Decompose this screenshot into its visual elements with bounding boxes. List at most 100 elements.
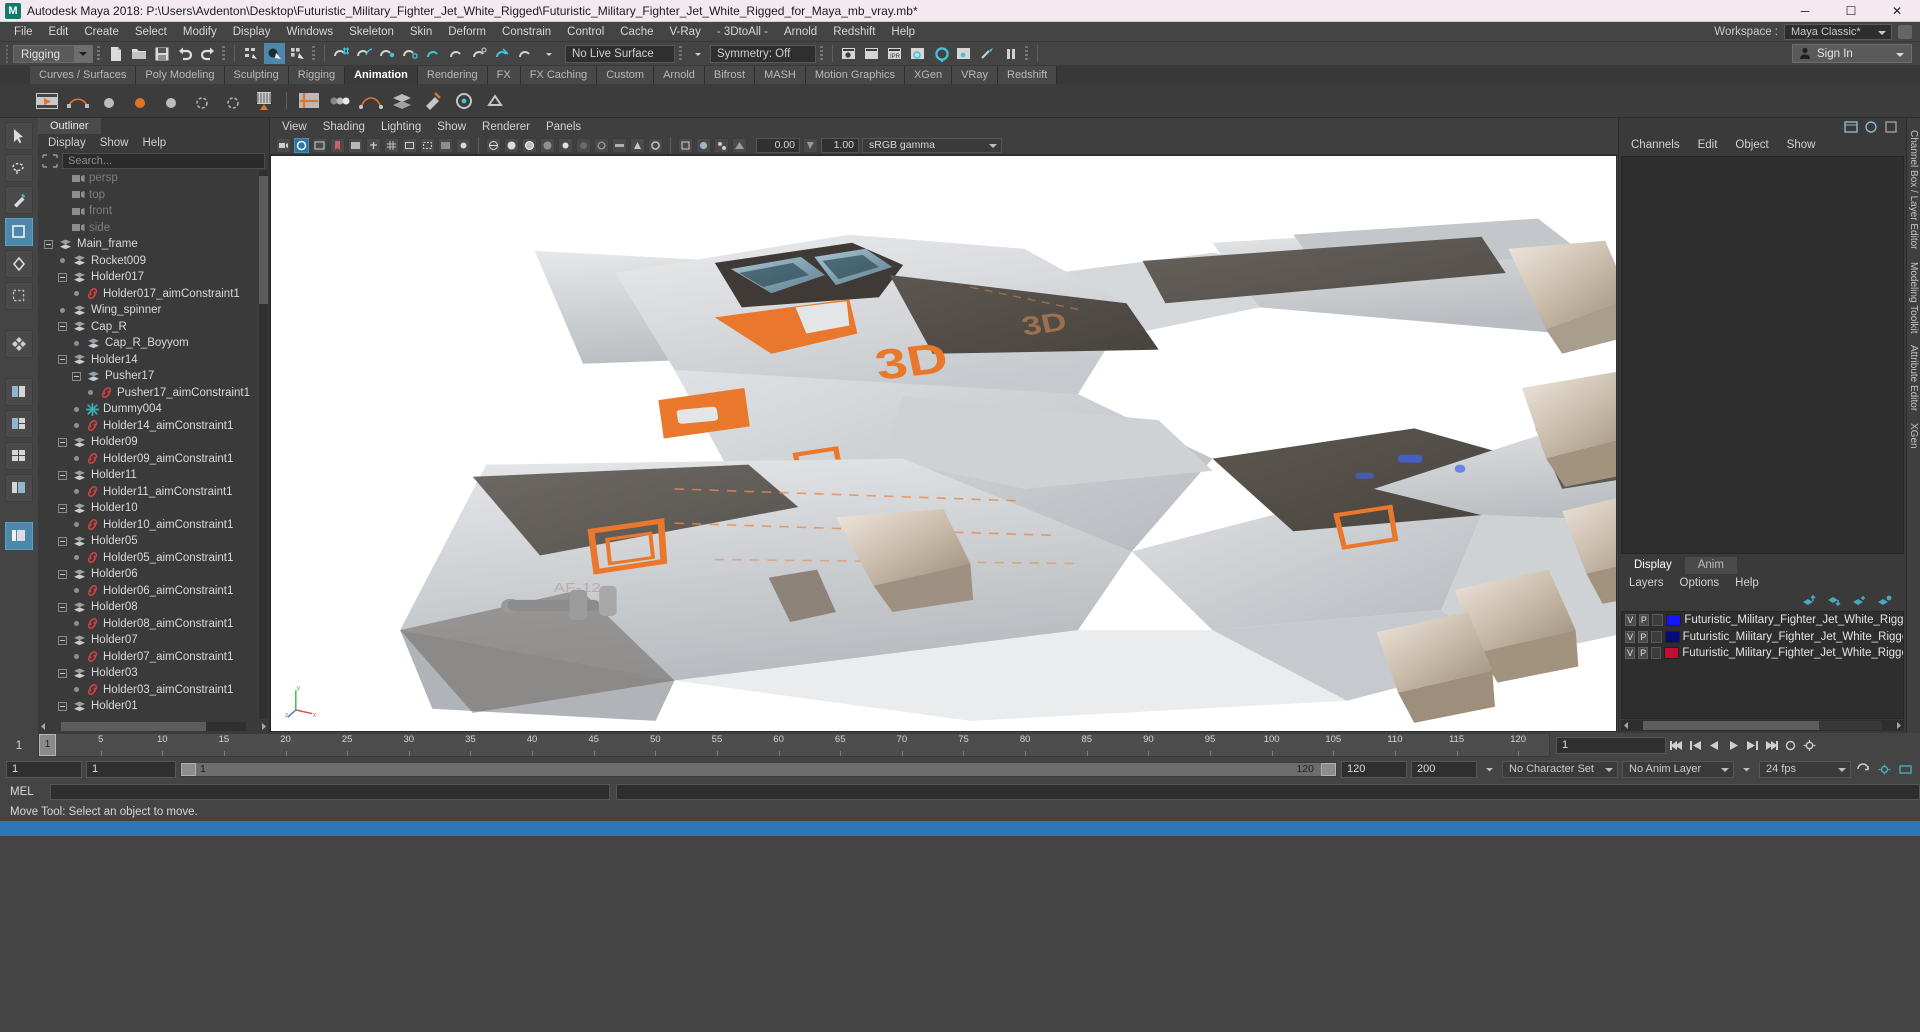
close-button[interactable]: ✕ [1874,0,1920,22]
depth-of-field-icon[interactable] [648,137,663,153]
snap-to-view-plane-button[interactable] [423,43,444,64]
lasso-tool-button[interactable] [5,154,33,182]
outliner-row[interactable]: Holder08 [38,599,269,616]
channelbox-menu-object[interactable]: Object [1735,139,1768,151]
step-back-button[interactable] [1687,737,1704,754]
snap-to-pivot-button[interactable] [446,43,467,64]
layer-visibility-toggle[interactable]: V [1625,647,1636,660]
expander-minus-icon[interactable] [58,355,67,365]
xray-joints-icon[interactable] [714,137,729,153]
scroll-left-icon[interactable] [38,721,49,732]
outliner-row[interactable]: Holder09_aimConstraint1 [38,451,269,468]
multisample-aa-icon[interactable] [630,137,645,153]
menu-create[interactable]: Create [76,22,127,42]
outliner-row[interactable]: Dummy004 [38,401,269,418]
time-slider-track[interactable]: 5 10 15 20 25 30 35 40 45 50 55 60 65 70 75 80 85 90 95 100… [38,733,1550,757]
viewport-menu-show[interactable]: Show [437,121,466,133]
make-live-button[interactable] [492,43,513,64]
scrollbar-thumb[interactable] [259,176,268,304]
outliner-row[interactable]: Holder10_aimConstraint1 [38,517,269,534]
animation-preferences-button[interactable] [1801,737,1818,754]
layer-scroll-right-icon[interactable] [1893,720,1904,731]
outliner-row[interactable]: Holder14 [38,352,269,369]
snap-to-grid-button[interactable] [331,43,352,64]
go-to-end-button[interactable] [1763,737,1780,754]
anim-layer-dropdown[interactable]: No Anim Layer [1622,760,1734,778]
outliner-row[interactable]: persp [38,170,269,187]
expander-minus-icon[interactable] [58,470,67,480]
layer-menu-layers[interactable]: Layers [1629,577,1664,589]
shelf-tab-redshift[interactable]: Redshift [998,66,1058,84]
auto-key-button[interactable] [1782,737,1799,754]
outliner-row[interactable]: Holder11 [38,467,269,484]
menu-deform[interactable]: Deform [440,22,494,42]
graph-editor-icon[interactable] [296,88,322,114]
layer-state-toggle[interactable] [1651,647,1662,660]
motion-trail-icon[interactable] [358,88,384,114]
gamma-value-field[interactable]: 1.00 [821,137,859,153]
layer-row[interactable]: V P Futuristic_Military_Fighter_Jet_White_… [1622,645,1903,662]
outliner-row[interactable]: Holder05 [38,533,269,550]
menu-skin[interactable]: Skin [402,22,440,42]
shelf-tab-motion-graphics[interactable]: Motion Graphics [805,66,905,84]
expander-minus-icon[interactable] [58,503,67,513]
outliner-row[interactable]: Holder03_aimConstraint1 [38,682,269,699]
play-backwards-button[interactable] [1706,737,1723,754]
viewport-menu-view[interactable]: View [282,121,307,133]
viewport-menu-panels[interactable]: Panels [546,121,581,133]
outliner-menu-show[interactable]: Show [100,137,129,149]
channelbox-menu-channels[interactable]: Channels [1631,139,1680,151]
mel-output-field[interactable] [616,784,1920,800]
expander-minus-icon[interactable] [44,239,53,249]
layer-visibility-toggle[interactable]: V [1625,630,1636,643]
outliner-row[interactable]: Pusher17_aimConstraint1 [38,385,269,402]
layer-menu-help[interactable]: Help [1735,577,1759,589]
outliner-layout-button[interactable] [5,474,33,502]
shadows-icon[interactable] [576,137,591,153]
shelf-tab-xgen[interactable]: XGen [904,66,953,84]
last-tool-button[interactable] [5,330,33,358]
exposure-icon[interactable] [456,137,471,153]
color-space-dropdown[interactable]: sRGB gamma [862,137,1002,153]
character-set-dropdown[interactable]: No Character Set [1502,760,1618,778]
scroll-right-icon[interactable] [258,721,269,732]
screen-space-ao-icon[interactable] [594,137,609,153]
pause-render-button[interactable] [1000,43,1021,64]
anim-end-field[interactable]: 200 [1411,760,1477,778]
new-scene-button[interactable] [105,43,126,64]
channel-box-empty-area[interactable] [1621,156,1904,554]
film-gate-icon[interactable] [402,137,417,153]
outliner-row[interactable]: Holder10 [38,500,269,517]
grid-toggle-icon[interactable] [384,137,399,153]
constraint-icon[interactable] [482,88,508,114]
outliner-row[interactable]: side [38,220,269,237]
layer-state-toggle[interactable] [1651,630,1662,643]
layer-menu-options[interactable]: Options [1680,577,1720,589]
use-all-lights-icon[interactable] [558,137,573,153]
shelf-tab-arnold[interactable]: Arnold [654,66,705,84]
snap-options-chevron[interactable] [538,43,559,64]
outliner-menu-help[interactable]: Help [143,137,167,149]
outliner-row[interactable]: Holder06 [38,566,269,583]
expander-minus-icon[interactable] [58,602,67,612]
paint-select-tool-button[interactable] [5,186,33,214]
layer-state-toggle[interactable] [1652,614,1663,627]
move-layer-down-icon[interactable] [1827,595,1842,607]
side-tab-attribute-editor[interactable]: Attribute Editor [1908,339,1919,417]
expander-minus-icon[interactable] [58,569,67,579]
outliner-hscrollbar[interactable] [61,721,246,731]
four-pane-layout-button[interactable] [5,442,33,470]
layer-list-hscroll[interactable] [1621,720,1904,731]
set-breakdown-icon[interactable] [189,88,215,114]
camera-attributes-icon[interactable] [312,137,327,153]
isolate-select-icon[interactable] [678,137,693,153]
shelf-tab-poly-modeling[interactable]: Poly Modeling [136,66,225,84]
image-plane-icon[interactable] [348,137,363,153]
redo-render-button[interactable] [862,43,883,64]
render-region-button[interactable] [977,43,998,64]
expander-minus-icon[interactable] [58,635,67,645]
set-key-icon[interactable] [65,88,91,114]
menu-modify[interactable]: Modify [175,22,225,42]
playback-speed-dropdown[interactable]: 24 fps [1759,760,1851,778]
outliner-row[interactable]: Rocket009 [38,253,269,270]
